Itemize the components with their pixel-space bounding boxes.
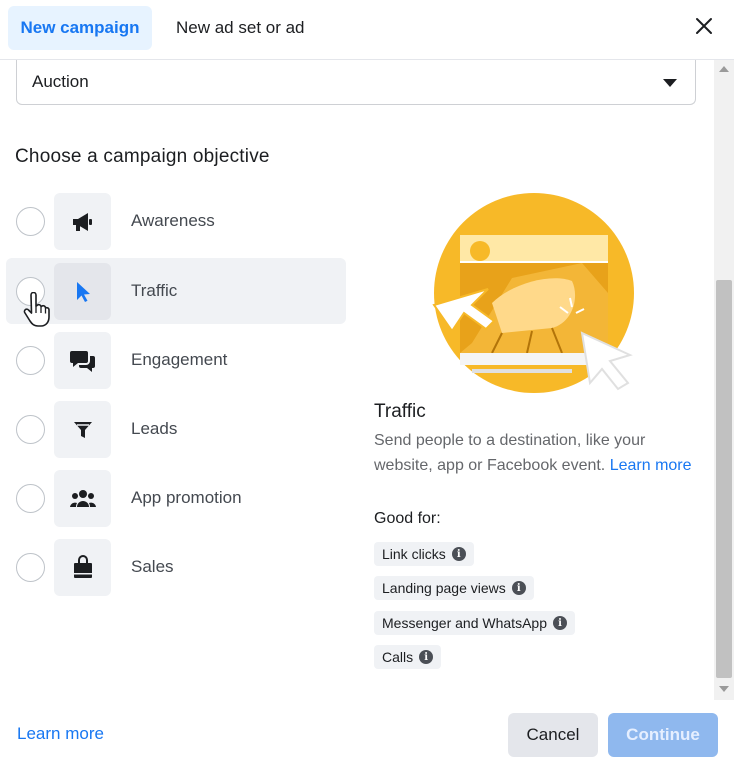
buying-type-value: Auction	[32, 72, 89, 91]
funnel-icon	[54, 401, 111, 458]
section-title: Choose a campaign objective	[15, 146, 270, 167]
objective-label: Awareness	[131, 211, 215, 230]
traffic-illustration	[432, 193, 634, 393]
objective-label: Traffic	[131, 281, 178, 300]
footer-learn-more-link[interactable]: Learn more	[17, 724, 104, 744]
tab-new-campaign[interactable]: New campaign	[8, 6, 152, 50]
scroll-down-arrow-icon[interactable]	[719, 686, 729, 692]
objective-label: Leads	[131, 419, 178, 438]
megaphone-icon	[54, 193, 111, 250]
chip-label: Link clicks	[382, 546, 446, 562]
scroll-up-arrow-icon[interactable]	[719, 66, 729, 72]
scrollbar-thumb[interactable]	[716, 280, 732, 678]
radio-engagement[interactable]	[16, 346, 45, 375]
good-for-chip: Calls i	[374, 645, 442, 669]
info-icon[interactable]: i	[419, 650, 434, 664]
objective-traffic[interactable]: Traffic	[6, 258, 346, 324]
radio-sales[interactable]	[16, 553, 45, 582]
shopping-bag-icon	[54, 539, 111, 596]
info-icon[interactable]: i	[552, 616, 567, 630]
tab-new-ad-set-or-ad[interactable]: New ad set or ad	[162, 6, 319, 50]
detail-description: Send people to a destination, like your …	[374, 428, 694, 478]
radio-awareness[interactable]	[16, 207, 45, 236]
radio-app-promotion[interactable]	[16, 484, 45, 513]
continue-button[interactable]: Continue	[608, 713, 718, 757]
objective-label: App promotion	[131, 488, 242, 507]
objective-app-promotion[interactable]: App promotion	[6, 465, 346, 531]
objective-label: Sales	[131, 557, 174, 576]
chip-label: Landing page views	[382, 580, 506, 596]
objective-sales[interactable]: Sales	[6, 534, 346, 600]
detail-learn-more-link[interactable]: Learn more	[610, 457, 692, 474]
objective-leads[interactable]: Leads	[6, 396, 346, 462]
chip-label: Calls	[382, 649, 414, 665]
detail-description-text: Send people to a destination, like your …	[374, 432, 646, 474]
good-for-label: Good for:	[374, 510, 441, 527]
caret-down-icon	[663, 79, 677, 87]
buying-type-select[interactable]: Auction	[16, 60, 696, 105]
good-for-chip: Messenger and WhatsApp i	[374, 611, 575, 635]
people-group-icon	[54, 470, 111, 527]
detail-title: Traffic	[374, 401, 426, 422]
chip-label: Messenger and WhatsApp	[382, 615, 547, 631]
chat-bubbles-icon	[54, 332, 111, 389]
dialog-header: New campaign New ad set or ad	[0, 0, 734, 60]
good-for-chip: Landing page views i	[374, 576, 534, 600]
objective-awareness[interactable]: Awareness	[6, 188, 346, 254]
objective-engagement[interactable]: Engagement	[6, 327, 346, 393]
info-icon[interactable]: i	[511, 581, 526, 595]
cancel-button[interactable]: Cancel	[508, 713, 598, 757]
radio-traffic[interactable]	[16, 277, 45, 306]
close-icon[interactable]	[692, 14, 716, 38]
cursor-arrow-icon	[54, 263, 111, 320]
good-for-chip: Link clicks i	[374, 542, 474, 566]
radio-leads[interactable]	[16, 415, 45, 444]
info-icon[interactable]: i	[451, 547, 466, 561]
objective-label: Engagement	[131, 350, 228, 369]
